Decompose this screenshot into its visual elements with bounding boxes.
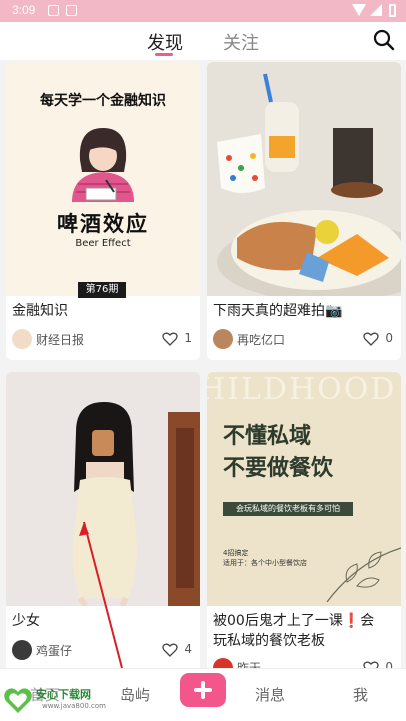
cover-title-line-1: 不懂私域 xyxy=(223,424,312,449)
cover-heading: 每天学一个金融知识 xyxy=(40,93,166,109)
like-count: 1 xyxy=(184,331,192,345)
watermark: 安心下载网 www.java800.com xyxy=(2,682,112,718)
notification-icon xyxy=(48,5,59,16)
post-title[interactable]: 下雨天真的超难拍📷 xyxy=(213,300,342,322)
notification-icon xyxy=(66,5,77,16)
post-cover-image: 每天学一个金融知识 啤酒效应 Beer Effect 第76期 xyxy=(6,62,200,298)
tab-following[interactable]: 关注 xyxy=(223,29,259,55)
cover-issue-badge: 第76期 xyxy=(78,282,126,298)
cover-tagline: 会玩私域的餐饮老板有多可怕 xyxy=(223,502,353,516)
post-cover-image xyxy=(6,372,200,608)
feed-card[interactable]: 每天学一个金融知识 啤酒效应 Beer Effect 第76期 金融知识 财经日… xyxy=(6,62,200,360)
post-title[interactable]: 少女 xyxy=(12,610,40,632)
post-title[interactable]: 金融知识 xyxy=(12,300,68,322)
watermark-text: 安心下载网 xyxy=(36,688,91,701)
search-icon[interactable] xyxy=(372,28,396,52)
feed-card[interactable]: HILDHOOD 不懂私域 不要做餐饮 会玩私域的餐饮老板有多可怕 4招搞定 适… xyxy=(207,372,401,672)
wifi-icon xyxy=(352,4,366,16)
post-cover-image xyxy=(207,62,401,302)
cover-background-text: HILDHOOD xyxy=(207,372,397,407)
status-time: 3:09 xyxy=(12,3,36,17)
post-cover-image: HILDHOOD 不懂私域 不要做餐饮 会玩私域的餐饮老板有多可怕 4招搞定 适… xyxy=(207,372,401,606)
post-title-line[interactable]: 被00后鬼才上了一课❗会 xyxy=(213,610,374,632)
cover-note: 4招搞定 xyxy=(223,549,249,557)
avatar[interactable] xyxy=(213,329,233,349)
cover-note: 适用于：各个中小型餐饮店 xyxy=(223,559,307,567)
avatar[interactable] xyxy=(12,640,32,660)
nav-me[interactable]: 我 xyxy=(353,684,368,705)
author-name[interactable]: 财经日报 xyxy=(36,331,84,348)
signal-icon xyxy=(370,4,382,16)
cover-subtitle: Beer Effect xyxy=(75,238,131,249)
author-name[interactable]: 再吃亿口 xyxy=(237,331,285,348)
girl-writing-illustration xyxy=(72,128,134,202)
feed-card[interactable]: 少女 鸡蛋仔 4 xyxy=(6,372,200,672)
feed-card[interactable]: 下雨天真的超难拍📷 再吃亿口 0 xyxy=(207,62,401,360)
status-bar: 3:09 xyxy=(0,0,406,22)
nav-island[interactable]: 岛屿 xyxy=(120,684,150,705)
heart-icon[interactable] xyxy=(162,643,178,657)
nav-messages[interactable]: 消息 xyxy=(255,684,285,705)
battery-icon xyxy=(389,4,396,17)
portrait-photo xyxy=(6,372,200,608)
watermark-logo-icon xyxy=(4,688,32,713)
author-name[interactable]: 鸡蛋仔 xyxy=(36,642,72,659)
breakfast-photo xyxy=(207,62,401,302)
add-post-button[interactable] xyxy=(180,673,226,707)
top-bar: 发现 关注 xyxy=(0,22,406,60)
post-title-line[interactable]: 玩私域的餐饮老板 xyxy=(213,630,325,652)
tab-indicator xyxy=(155,53,173,56)
like-count: 4 xyxy=(184,642,192,656)
leaf-decoration xyxy=(326,547,401,603)
heart-icon[interactable] xyxy=(162,332,178,346)
cover-title-line-2: 不要做餐饮 xyxy=(223,456,334,481)
cover-title: 啤酒效应 xyxy=(57,212,149,236)
avatar[interactable] xyxy=(12,329,32,349)
watermark-url: www.java800.com xyxy=(42,702,106,710)
tab-discover[interactable]: 发现 xyxy=(147,29,183,55)
like-count: 0 xyxy=(385,331,393,345)
heart-icon[interactable] xyxy=(363,332,379,346)
